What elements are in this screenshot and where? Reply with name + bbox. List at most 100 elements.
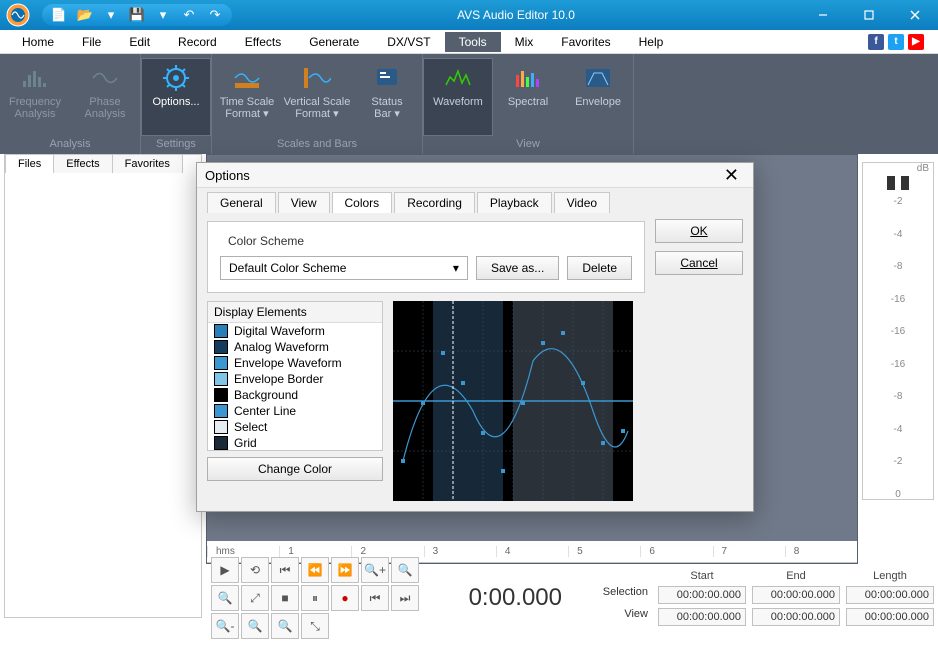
time-display: 0:00.000 (453, 584, 578, 612)
menu-effects[interactable]: Effects (231, 32, 295, 52)
dialog-close-icon[interactable]: ✕ (718, 165, 745, 186)
start-button[interactable]: ⏮ (361, 585, 389, 611)
ribbon-group-label: Scales and Bars (277, 136, 357, 152)
display-item[interactable]: Envelope Waveform (208, 355, 382, 371)
pause-button[interactable]: ⏸ (301, 585, 329, 611)
save-as-button[interactable]: Save as... (476, 256, 559, 280)
sidetab-favorites[interactable]: Favorites (112, 154, 183, 173)
zoom-sel-button[interactable]: 🔍 (391, 557, 419, 583)
display-item-label: Grid (234, 436, 257, 450)
loop-button[interactable]: ⟲ (241, 557, 269, 583)
cancel-button[interactable]: Cancel (655, 251, 743, 275)
vscale-icon (301, 64, 333, 92)
display-elements-list[interactable]: Display Elements Digital WaveformAnalog … (207, 301, 383, 451)
qa-open-icon[interactable]: 📂 (74, 6, 96, 24)
qa-undo-icon[interactable]: ↶ (178, 6, 200, 24)
ribbon-options[interactable]: Options... (141, 58, 211, 136)
color-swatch (214, 436, 228, 450)
play-button[interactable]: ▶ (211, 557, 239, 583)
timegrid-header: Start (658, 570, 746, 582)
record-button[interactable]: ● (331, 585, 359, 611)
ribbon-timescaleformat[interactable]: Time ScaleFormat ▾ (212, 58, 282, 136)
ok-button[interactable]: OK (655, 219, 743, 243)
menu-favorites[interactable]: Favorites (547, 32, 624, 52)
ribbon-waveform[interactable]: Waveform (423, 58, 493, 136)
display-item[interactable]: Select (208, 419, 382, 435)
rewind-button[interactable]: ⏪ (301, 557, 329, 583)
timegrid-cell[interactable]: 00:00:00.000 (752, 586, 840, 604)
zoom-in-button[interactable]: 🔍+ (361, 557, 389, 583)
db-bar-left (887, 176, 895, 190)
color-swatch (214, 372, 228, 386)
menu-generate[interactable]: Generate (295, 32, 373, 52)
display-item[interactable]: Digital Waveform (208, 323, 382, 339)
menu-file[interactable]: File (68, 32, 115, 52)
menu-home[interactable]: Home (8, 32, 68, 52)
close-button[interactable] (892, 0, 938, 30)
end-button[interactable]: ⏭ (391, 585, 419, 611)
display-header: Display Elements (208, 302, 382, 323)
stop-button[interactable]: ■ (271, 585, 299, 611)
dlgtab-recording[interactable]: Recording (394, 192, 475, 213)
facebook-icon[interactable]: f (868, 34, 884, 50)
menu-mix[interactable]: Mix (501, 32, 548, 52)
timegrid-row-label: View (592, 608, 652, 626)
qa-redo-icon[interactable]: ↷ (204, 6, 226, 24)
zoom-fit-button[interactable]: 🔍 (241, 613, 269, 639)
zoom-100-button[interactable]: 🔍 (211, 585, 239, 611)
scheme-combo[interactable]: Default Color Scheme ▾ (220, 256, 468, 280)
menu-help[interactable]: Help (625, 32, 678, 52)
timegrid-cell[interactable]: 00:00:00.000 (752, 608, 840, 626)
display-item-label: Digital Waveform (234, 324, 325, 338)
dlgtab-view[interactable]: View (278, 192, 330, 213)
menu-tools[interactable]: Tools (445, 32, 501, 52)
display-item[interactable]: Envelope Border (208, 371, 382, 387)
change-color-button[interactable]: Change Color (207, 457, 383, 481)
sidetab-effects[interactable]: Effects (53, 154, 112, 173)
menu-edit[interactable]: Edit (115, 32, 164, 52)
ribbon-statusbar[interactable]: StatusBar ▾ (352, 58, 422, 136)
timegrid-cell[interactable]: 00:00:00.000 (658, 608, 746, 626)
db-scale-value: -8 (873, 261, 923, 272)
qa-dropdown-icon[interactable]: ▾ (100, 6, 122, 24)
dlgtab-playback[interactable]: Playback (477, 192, 552, 213)
dlgtab-general[interactable]: General (207, 192, 276, 213)
youtube-icon[interactable]: ▶ (908, 34, 924, 50)
sidetab-files[interactable]: Files (5, 154, 54, 173)
zoom-reset-button[interactable]: 🔍 (271, 613, 299, 639)
freq-icon (19, 64, 51, 92)
menu-record[interactable]: Record (164, 32, 231, 52)
wave-icon (442, 64, 474, 92)
display-item-label: Background (234, 388, 298, 402)
qa-save-icon[interactable]: 💾 (126, 6, 148, 24)
timegrid-cell[interactable]: 00:00:00.000 (846, 586, 934, 604)
dlgtab-colors[interactable]: Colors (332, 192, 393, 213)
ribbon-envelope[interactable]: Envelope (563, 58, 633, 136)
ribbon-spectral[interactable]: Spectral (493, 58, 563, 136)
scheme-value: Default Color Scheme (229, 261, 346, 275)
twitter-icon[interactable]: t (888, 34, 904, 50)
qa-new-icon[interactable]: 📄 (48, 6, 70, 24)
zoom-out-button[interactable]: 🔍- (211, 613, 239, 639)
ffwd-button[interactable]: ⏩ (331, 557, 359, 583)
color-swatch (214, 356, 228, 370)
qa-dropdown2-icon[interactable]: ▾ (152, 6, 174, 24)
menu-dxvst[interactable]: DX/VST (373, 32, 444, 52)
scheme-legend: Color Scheme (224, 234, 308, 248)
display-item[interactable]: Grid (208, 435, 382, 451)
zoom-v2-button[interactable]: ⤡ (301, 613, 329, 639)
minimize-button[interactable] (800, 0, 846, 30)
timegrid-cell[interactable]: 00:00:00.000 (846, 608, 934, 626)
display-item-label: Envelope Border (234, 372, 323, 386)
delete-button[interactable]: Delete (567, 256, 632, 280)
display-item[interactable]: Background (208, 387, 382, 403)
maximize-button[interactable] (846, 0, 892, 30)
prev-button[interactable]: ⏮ (271, 557, 299, 583)
ribbon-verticalscaleformat[interactable]: Vertical ScaleFormat ▾ (282, 58, 352, 136)
display-item[interactable]: Analog Waveform (208, 339, 382, 355)
timegrid-cell[interactable]: 00:00:00.000 (658, 586, 746, 604)
display-item[interactable]: Center Line (208, 403, 382, 419)
zoom-v-button[interactable]: ⤢ (241, 585, 269, 611)
dlgtab-video[interactable]: Video (554, 192, 610, 213)
db-scale-value: -2 (873, 456, 923, 467)
